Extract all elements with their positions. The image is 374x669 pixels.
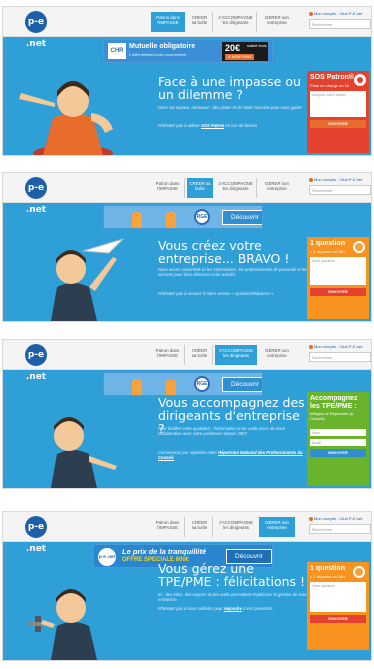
nav-item-gerer[interactable]: GÉRER son entreprise [259,12,295,32]
nav-item-gerer[interactable]: GÉRER son entreprise [259,345,295,365]
account-link[interactable]: Mon compte - Club P-E.net [309,177,362,182]
nav-item-creer[interactable]: CRÉER sa boîte [187,345,213,365]
chr-logo: CHR [108,43,126,59]
nav-item-creer[interactable]: CRÉER sa boîte [187,178,213,198]
search-input[interactable]: Rechercher [309,352,371,362]
character-illustration [27,589,97,660]
nav-item-creer[interactable]: CRÉER sa boîte [187,517,213,537]
search-input[interactable]: Rechercher [309,185,371,195]
banner-cta[interactable]: JE M'INFORME [225,54,254,60]
search-input[interactable]: Rechercher [309,19,371,29]
question-input[interactable]: Votre question [310,581,366,612]
name-input[interactable]: Nom [310,429,366,436]
character-illustration [51,238,124,321]
clock-icon [353,566,365,578]
worker-figure-2 [166,212,176,228]
site-logo[interactable]: p-e .net [25,344,47,382]
banner-price-note: salarié /mois [247,44,267,48]
sos-need-input[interactable]: Indiquez votre besoin [310,90,366,117]
sos-patron-panel: SOS Patron® Prise en charge en 1h Indiqu… [307,71,369,153]
site-logo[interactable]: p-e .net [25,516,47,554]
character-illustration [51,417,117,488]
intro-text-2-pre: N'hésitez pas à utiliser [158,123,201,128]
nav-item-accompagne[interactable]: J'ACCOMPAGNE les dirigeants [215,517,257,537]
account-link[interactable]: Mon compte - Club P-E.net [309,11,362,16]
page-heading: Vous créez votre entreprise... BRAVO ! [158,238,290,266]
page-heading: Vous gérez une TPE/PME : félicitations ! [158,561,306,589]
worker-figure-2 [166,379,176,395]
top-nav: p-e .net Patron dans l'IMPASSE CRÉER sa … [3,173,371,215]
intro-text-2: N'hésitez pas à recourir à notre service… [158,291,275,296]
screenshot-panel-gerer: p-e .net Patron dans l'IMPASSE CRÉER sa … [2,511,372,661]
screenshot-panel-creer: p-e .net Patron dans l'IMPASSE CRÉER sa … [2,172,372,322]
question-panel: 1 question = 1 réponse en 24h Votre ques… [307,562,369,650]
nav-item-accompagne[interactable]: J'ACCOMPAGNE les dirigeants [215,12,257,32]
nav-item-impasse[interactable]: Patron dans l'IMPASSE [151,345,185,365]
question-send-button[interactable]: ENVOYER [310,287,366,296]
ad-banner[interactable]: CHR Mutuelle obligatoire L'offre défiant… [103,39,273,63]
intro-text: Dans cet espace, retrouvez : des pistes … [158,105,303,110]
ad-banner-rge[interactable]: RGE Découvrir [103,205,263,229]
accompagnez-title: Accompagnez les TPE/PME : [310,395,358,410]
ad-banner-rge[interactable]: RGE Découvrir [103,372,263,396]
rge-badge: RGE [194,209,210,225]
nav-item-accompagne[interactable]: J'ACCOMPAGNE les dirigeants [215,345,257,365]
rge-badge: RGE [194,376,210,392]
repondre-link[interactable]: répondre [224,606,242,611]
intro-text: Pour faciliter votre quotidien : l'infor… [158,426,286,437]
search-input[interactable]: Rechercher [309,524,371,534]
nav-item-impasse[interactable]: Patron dans l'IMPASSE [151,178,185,198]
banner-price-box: 20€ salarié /mois JE M'INFORME [222,42,268,61]
site-logo[interactable]: p-e .net [25,11,47,49]
site-logo[interactable]: p-e .net [25,177,47,215]
character-illustration [19,81,113,155]
accompagnez-send-button[interactable]: ENVOYER [310,449,366,457]
banner-price: 20€ [225,43,241,53]
nav-item-gerer[interactable]: GÉRER son entreprise [259,178,295,198]
page-heading: Face à une impasse ou un dilemme ? [158,74,301,102]
intro-text-2: Commencez par rejoindre notre Répertoire… [158,450,308,460]
question-input[interactable]: Votre question [310,256,366,285]
intro-text-2-post: à vos questions. [241,606,274,611]
clock-icon [353,241,365,253]
nav-item-creer[interactable]: CRÉER sa boîte [187,12,213,32]
sos-patron-link[interactable]: SOS Patron [201,123,224,128]
nav-item-impasse[interactable]: Patron dans l'IMPASSE [151,12,185,32]
discover-button[interactable]: Découvrir [222,210,262,225]
account-link[interactable]: Mon compte - Club P-E.net [309,516,362,521]
screenshot-panel-accompagne: p-e .net Patron dans l'IMPASSE CRÉER sa … [2,339,372,489]
account-link[interactable]: Mon compte - Club P-E.net [309,344,362,349]
accompagnez-subtitle: Intégrez le Répertoire (s. Conseil) [310,411,355,421]
question-send-button[interactable]: ENVOYER [310,614,366,623]
intro-text-2: N'hésitez pas à nous solliciter pour rép… [158,606,308,611]
lifebuoy-icon [354,74,366,86]
intro-text: Nous avons rassemblé ici les information… [158,267,308,278]
worker-figure-1 [132,212,142,228]
intro-text-2: N'hésitez pas à utiliser SOS Patron en c… [158,123,308,128]
nav-item-accompagne[interactable]: J'ACCOMPAGNE les dirigeants [215,178,257,198]
nav-item-gerer[interactable]: GÉRER son entreprise [259,517,295,537]
top-nav: p-e .net Patron dans l'IMPASSE CRÉER sa … [3,340,371,382]
question-panel: 1 question = 1 réponse en 24h Votre ques… [307,237,369,319]
discover-button[interactable]: Découvrir [222,377,262,392]
banner-title: Mutuelle obligatoire [129,43,196,50]
email-input[interactable]: Email [310,439,366,446]
top-nav: p-e .net Patron dans l'IMPASSE CRÉER sa … [3,512,371,554]
top-nav: p-e .net Patron dans l'IMPASSE CRÉER sa … [3,7,371,49]
worker-figure-1 [132,379,142,395]
banner-title: Le prix de la tranquillité [122,547,207,556]
banner-logo: p-e .net [98,548,116,566]
intro-text-2-pre: N'hésitez pas à nous solliciter pour [158,606,224,611]
intro-text-2-post: en cas de besoin [224,123,258,128]
banner-subtitle: L'offre défiant toute concurrence [129,52,187,57]
nav-item-impasse[interactable]: Patron dans l'IMPASSE [151,517,185,537]
screenshot-panel-impasse: p-e .net Patron dans l'IMPASSE CRÉER sa … [2,6,372,156]
accompagnez-panel: Accompagnez les TPE/PME : Intégrez le Ré… [307,392,369,486]
sos-send-button[interactable]: ENVOYER [310,119,366,128]
intro-text: Ici : des infos, des experts et des outi… [158,592,308,603]
